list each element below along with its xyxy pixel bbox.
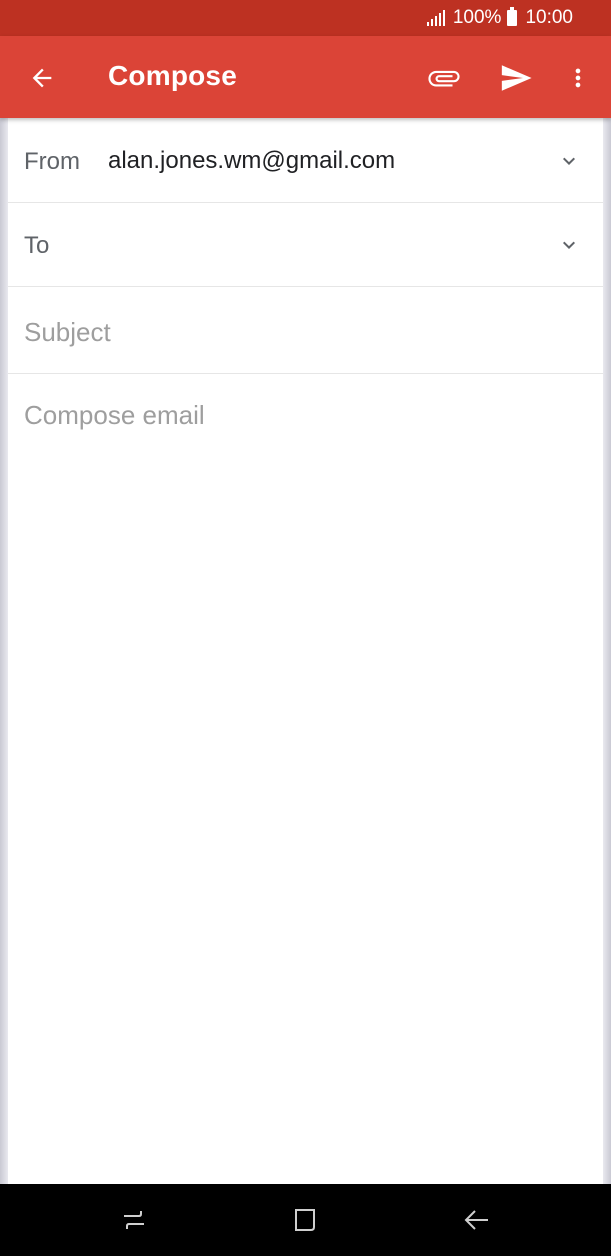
screen-edge-left <box>0 0 8 1256</box>
subject-field[interactable]: Subject <box>8 287 603 374</box>
system-nav-bar <box>0 1184 611 1256</box>
to-row[interactable]: To <box>8 203 603 287</box>
from-row[interactable]: From alan.jones.wm@gmail.com <box>8 118 603 203</box>
screen-edge-right <box>603 0 611 1256</box>
attachment-icon[interactable] <box>422 56 466 100</box>
subject-placeholder: Subject <box>24 317 111 347</box>
signal-icon <box>426 10 445 26</box>
chevron-down-icon[interactable] <box>557 149 581 173</box>
more-vert-icon[interactable] <box>556 56 600 100</box>
recents-icon[interactable] <box>114 1202 154 1238</box>
send-icon[interactable] <box>494 56 538 100</box>
from-label: From <box>24 148 80 175</box>
status-bar: 100% 10:00 <box>0 0 611 36</box>
body-placeholder: Compose email <box>24 400 205 430</box>
back-icon[interactable] <box>456 1202 496 1238</box>
from-value[interactable]: alan.jones.wm@gmail.com <box>108 147 395 175</box>
to-label: To <box>24 232 50 259</box>
app-bar: Compose <box>0 36 611 118</box>
device-screen: 100% 10:00 Compose From alan.jones.wm@gm… <box>0 0 611 1256</box>
home-icon[interactable] <box>285 1202 325 1238</box>
chevron-down-icon[interactable] <box>557 233 581 257</box>
status-time: 10:00 <box>525 7 573 28</box>
battery-percent: 100% <box>452 7 502 28</box>
page-title: Compose <box>108 60 237 91</box>
back-arrow-icon[interactable] <box>22 58 62 98</box>
compose-body-field[interactable]: Compose email <box>8 374 603 1184</box>
battery-icon <box>507 7 518 26</box>
